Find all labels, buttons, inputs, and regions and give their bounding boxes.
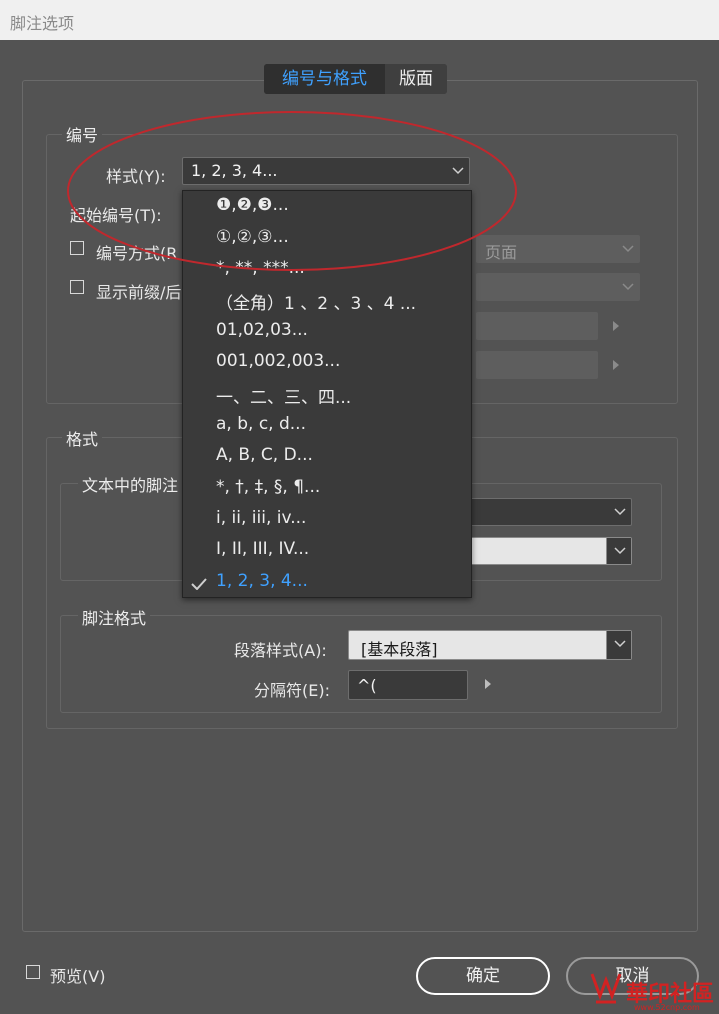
tab-layout[interactable]: 版面 xyxy=(385,64,447,94)
format-group-title: 格式 xyxy=(62,426,103,450)
style-option-item[interactable]: ①,②,③... xyxy=(216,227,289,247)
restart-mode-value: 页面 xyxy=(485,243,518,262)
prefix-position-dropdown[interactable] xyxy=(476,273,640,301)
style-option-item[interactable]: *, †, ‡, §, ¶... xyxy=(216,477,320,497)
restart-numbering-checkbox[interactable] xyxy=(70,241,84,255)
start-number-label: 起始编号(T): xyxy=(70,206,162,225)
in-text-group-title: 文本中的脚注 xyxy=(78,472,183,496)
style-option-item[interactable]: 01,02,03... xyxy=(216,320,308,340)
watermark-logo: 華印社區 www.52cnp.com xyxy=(586,966,719,1014)
suffix-input[interactable] xyxy=(476,351,598,379)
style-option-item[interactable]: I, II, III, IV... xyxy=(216,539,309,559)
style-dropdown-menu: ❶,❷,❸... ①,②,③... *, **, ***... （全角）1 、2… xyxy=(182,190,472,598)
suffix-special-char-icon[interactable] xyxy=(613,360,619,370)
numbering-group-title: 编号 xyxy=(62,122,103,146)
window-title-bar: 脚注选项 xyxy=(0,0,719,40)
style-option-item[interactable]: 001,002,003... xyxy=(216,351,340,371)
watermark-url: www.52cnp.com xyxy=(634,1003,700,1012)
prefix-special-char-icon[interactable] xyxy=(613,321,619,331)
window-title: 脚注选项 xyxy=(10,14,75,33)
paragraph-style-label: 段落样式(A): xyxy=(234,641,327,660)
style-option-item[interactable]: a, b, c, d... xyxy=(216,414,306,434)
paragraph-style-dropdown[interactable]: [基本段落] xyxy=(348,630,632,660)
style-option-item-selected[interactable]: 1, 2, 3, 4... xyxy=(216,571,308,591)
footnote-format-group-title: 脚注格式 xyxy=(78,605,151,629)
style-option-item[interactable]: ❶,❷,❸... xyxy=(216,195,289,215)
chevron-down-icon xyxy=(615,274,639,300)
chevron-down-icon xyxy=(445,158,469,184)
restart-mode-dropdown[interactable]: 页面 xyxy=(476,235,640,263)
show-prefix-label: 显示前缀/后 xyxy=(96,283,182,302)
separator-special-char-icon[interactable] xyxy=(485,679,491,689)
in-text-char-style-dropdown[interactable] xyxy=(470,537,632,565)
style-label: 样式(Y): xyxy=(106,167,166,186)
separator-input[interactable]: ^( xyxy=(348,670,468,700)
show-prefix-checkbox[interactable] xyxy=(70,280,84,294)
preview-checkbox[interactable] xyxy=(26,965,40,979)
style-option-item[interactable]: i, ii, iii, iv... xyxy=(216,508,306,528)
tab-bar: 编号与格式 版面 xyxy=(264,64,447,94)
style-option-item[interactable]: *, **, ***... xyxy=(216,258,305,278)
in-text-position-dropdown[interactable] xyxy=(470,498,632,526)
paragraph-style-value: [基本段落] xyxy=(361,640,438,659)
preview-label: 预览(V) xyxy=(50,967,106,986)
chevron-down-icon xyxy=(606,631,631,659)
style-option-item[interactable]: （全角）1 、2 、3 、4 ... xyxy=(216,289,416,314)
tab-numbering-format[interactable]: 编号与格式 xyxy=(264,64,385,94)
separator-value: ^( xyxy=(357,676,377,695)
prefix-input[interactable] xyxy=(476,312,598,340)
checkmark-icon xyxy=(191,575,207,594)
ok-button[interactable]: 确定 xyxy=(416,957,550,995)
style-option-item[interactable]: 一、二、三、四... xyxy=(216,383,351,408)
chevron-down-icon xyxy=(615,236,639,262)
chevron-down-icon xyxy=(607,499,631,525)
restart-numbering-label: 编号方式(R xyxy=(96,244,178,263)
style-dropdown[interactable]: 1, 2, 3, 4... xyxy=(182,157,470,185)
chevron-down-icon xyxy=(606,538,631,564)
style-option-item[interactable]: A, B, C, D... xyxy=(216,445,313,465)
style-dropdown-value: 1, 2, 3, 4... xyxy=(191,161,278,180)
watermark-emblem-icon xyxy=(590,973,622,1004)
separator-label: 分隔符(E): xyxy=(254,681,330,700)
